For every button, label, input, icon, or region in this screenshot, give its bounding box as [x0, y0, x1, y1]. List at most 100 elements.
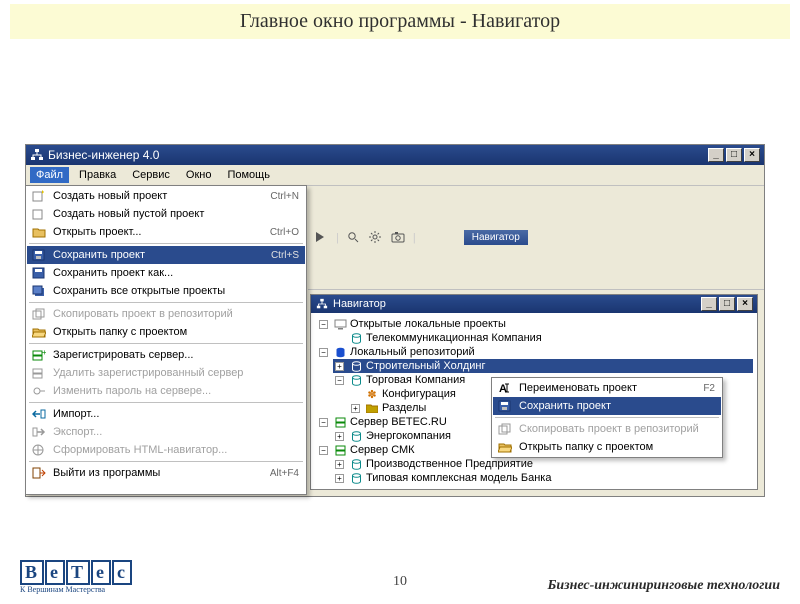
open-project-icon — [31, 225, 47, 239]
nav-maximize-button[interactable]: □ — [719, 297, 735, 311]
tagline: Бизнес-инжиниринговые технологии — [547, 578, 780, 594]
nav-minimize-button[interactable]: _ — [701, 297, 717, 311]
menu-item-shortcut: Ctrl+N — [260, 191, 299, 202]
menu-file[interactable]: Файл — [30, 167, 69, 183]
server-icon — [333, 444, 347, 456]
tree-node-telecom[interactable]: Телекоммуникационная Компания — [333, 331, 753, 345]
file-menu-item[interactable]: Создать новый пустой проект — [27, 205, 305, 223]
db-icon — [349, 472, 363, 484]
menu-edit[interactable]: Правка — [73, 167, 122, 183]
tree-node-bank[interactable]: Типовая комплексная модель Банка — [333, 471, 753, 485]
repo-icon — [333, 346, 347, 358]
html-nav-icon — [31, 443, 47, 457]
db-icon — [349, 332, 363, 344]
menu-item-label: Открыть папку с проектом — [53, 326, 289, 338]
menu-item-label: Скопировать проект в репозиторий — [53, 308, 289, 320]
file-menu-item: Экспорт... — [27, 423, 305, 441]
minimize-button[interactable]: _ — [708, 148, 724, 162]
folder-icon — [365, 402, 379, 414]
navigator-title: Навигатор — [333, 298, 386, 310]
navigator-window: Навигатор _ □ × Открытые локальные проек… — [310, 294, 758, 490]
expander-icon[interactable] — [319, 320, 328, 329]
menu-item-shortcut: F2 — [693, 383, 715, 394]
expander-icon[interactable] — [335, 460, 344, 469]
computer-icon — [333, 318, 347, 330]
expander-icon[interactable] — [319, 418, 328, 427]
file-menu-item[interactable]: Открыть проект...Ctrl+O — [27, 223, 305, 241]
expander-icon[interactable] — [335, 432, 344, 441]
context-menu-item: Скопировать проект в репозиторий — [493, 420, 721, 438]
db-icon — [349, 374, 363, 386]
register-server-icon: + — [31, 348, 47, 362]
menu-item-shortcut: Ctrl+O — [260, 227, 299, 238]
expander-icon[interactable] — [335, 376, 344, 385]
nav-close-button[interactable]: × — [737, 297, 753, 311]
tree-node-construction[interactable]: Строительный Холдинг — [333, 359, 753, 373]
toolbar: | | Навигатор — [308, 186, 764, 290]
slide-title: Главное окно программы - Навигатор — [10, 4, 790, 39]
file-menu-item[interactable]: Создать новый проектCtrl+N — [27, 187, 305, 205]
betec-logo: BeTec К Вершинам Мастерства — [20, 560, 133, 594]
app-title: Бизнес-инженер 4.0 — [48, 148, 159, 162]
rename-icon: A — [497, 381, 513, 395]
change-password-icon — [31, 384, 47, 398]
file-menu-item[interactable]: Сохранить все открытые проекты — [27, 282, 305, 300]
menu-item-label: Выйти из программы — [53, 467, 260, 479]
menu-item-label: Открыть проект... — [53, 226, 260, 238]
expander-icon[interactable] — [335, 362, 344, 371]
menu-item-label: Изменить пароль на сервере... — [53, 385, 289, 397]
close-button[interactable]: × — [744, 148, 760, 162]
export-icon — [31, 425, 47, 439]
file-menu-item[interactable]: Импорт... — [27, 405, 305, 423]
context-menu: A Переименовать проектF2 Сохранить проект С… — [491, 377, 723, 458]
context-menu-item[interactable]: Сохранить проект — [493, 397, 721, 415]
open-folder-icon — [31, 325, 47, 339]
context-menu-item[interactable]: Открыть папку с проектом — [493, 438, 721, 456]
menu-item-label: Открыть папку с проектом — [519, 441, 705, 453]
save-as-icon — [31, 266, 47, 280]
play-icon[interactable] — [314, 231, 328, 245]
gear-small-icon: ✽ — [365, 388, 379, 400]
navigator-tree: Открытые локальные проекты Телекоммуника… — [311, 313, 757, 489]
menu-item-label: Зарегистрировать сервер... — [53, 349, 289, 361]
tree-node-local-open[interactable]: Открытые локальные проекты — [317, 317, 753, 331]
tree-node-local-repo[interactable]: Локальный репозиторий — [317, 345, 753, 359]
menu-item-label: Сохранить проект как... — [53, 267, 289, 279]
hierarchy-icon — [315, 297, 329, 311]
maximize-button[interactable]: □ — [726, 148, 742, 162]
remove-server-icon — [31, 366, 47, 380]
file-menu-item: Изменить пароль на сервере... — [27, 382, 305, 400]
slide-footer: BeTec К Вершинам Мастерства Бизнес-инжин… — [20, 560, 780, 594]
context-menu-item[interactable]: A Переименовать проектF2 — [493, 379, 721, 397]
menu-service[interactable]: Сервис — [126, 167, 176, 183]
file-menu-item: Сформировать HTML-навигатор... — [27, 441, 305, 459]
navigator-chip[interactable]: Навигатор — [464, 230, 528, 245]
camera-icon[interactable] — [391, 231, 405, 245]
search-icon[interactable] — [347, 231, 361, 245]
open-folder-icon — [497, 440, 513, 454]
menubar: Файл Правка Сервис Окно Помощь — [26, 165, 764, 186]
save-project-icon — [31, 248, 47, 262]
file-menu-item[interactable]: Сохранить проект как... — [27, 264, 305, 282]
expander-icon[interactable] — [319, 348, 328, 357]
expander-icon[interactable] — [351, 404, 360, 413]
gear-icon[interactable] — [369, 231, 383, 245]
menu-item-label: Сохранить проект — [519, 400, 705, 412]
menu-window[interactable]: Окно — [180, 167, 218, 183]
file-menu-item[interactable]: Сохранить проектCtrl+S — [27, 246, 305, 264]
expander-icon[interactable] — [335, 474, 344, 483]
menu-item-label: Сохранить все открытые проекты — [53, 285, 289, 297]
app-icon — [30, 148, 44, 162]
menu-item-label: Переименовать проект — [519, 382, 693, 394]
file-menu-item[interactable]: Открыть папку с проектом — [27, 323, 305, 341]
file-menu-item[interactable]: Выйти из программыAlt+F4 — [27, 464, 305, 482]
svg-text:+: + — [42, 349, 46, 357]
tree-node-production[interactable]: Производственное Предприятие — [333, 457, 753, 471]
expander-icon[interactable] — [319, 446, 328, 455]
menu-help[interactable]: Помощь — [221, 167, 276, 183]
navigator-titlebar: Навигатор _ □ × — [311, 295, 757, 313]
copy-to-repo-icon — [31, 307, 47, 321]
file-menu-item[interactable]: + Зарегистрировать сервер... — [27, 346, 305, 364]
save-project-icon — [497, 399, 513, 413]
menu-item-label: Создать новый пустой проект — [53, 208, 289, 220]
